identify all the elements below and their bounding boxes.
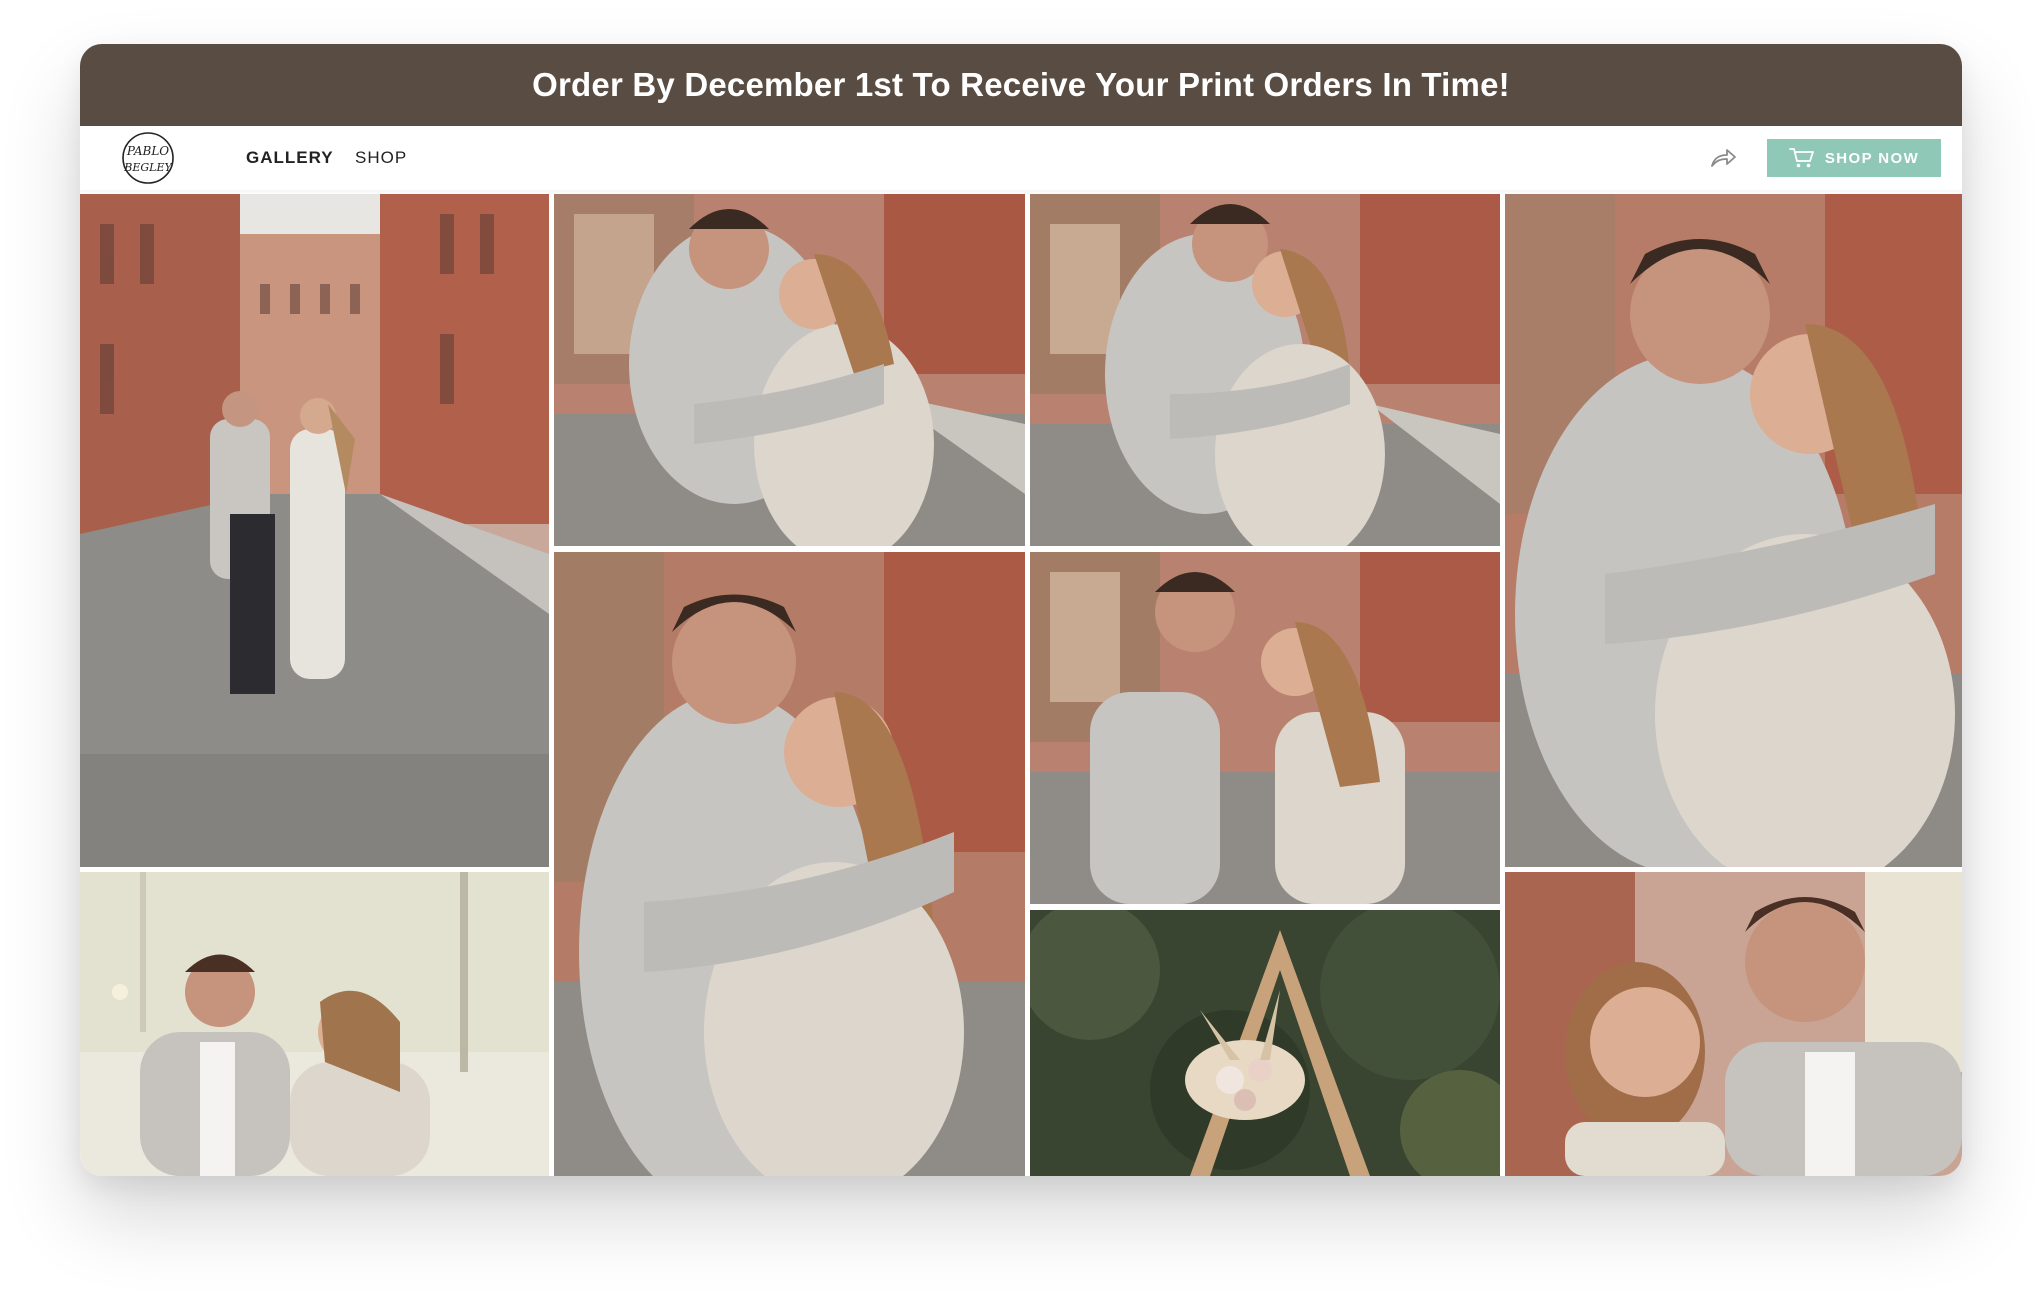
cart-icon (1788, 148, 1814, 168)
promo-banner: Order By December 1st To Receive Your Pr… (80, 44, 1962, 126)
gallery-photo[interactable] (1030, 552, 1500, 904)
gallery-photo[interactable] (1030, 910, 1500, 1176)
share-arrow-icon[interactable] (1706, 142, 1738, 174)
top-navbar: PABLO BEGLEY GALLERY SHOP SHOP NOW (80, 126, 1962, 190)
photo-couple-face-to-face (1030, 552, 1500, 904)
gallery-photo[interactable] (80, 194, 549, 867)
brand-logo[interactable]: PABLO BEGLEY (116, 130, 180, 186)
photo-floral-arch (1030, 910, 1500, 1176)
photo-gallery (80, 194, 1962, 1176)
nav-gallery[interactable]: GALLERY (246, 126, 334, 190)
photo-forehead-kiss (1505, 872, 1962, 1176)
shop-now-button[interactable]: SHOP NOW (1767, 139, 1941, 177)
gallery-photo[interactable] (554, 552, 1025, 1176)
photo-couple-closeup-embrace (1505, 194, 1962, 867)
photo-couple-park (80, 872, 549, 1176)
logo-text-line1: PABLO (126, 144, 169, 158)
photo-couple-walking-street (80, 194, 549, 867)
gallery-photo[interactable] (554, 194, 1025, 546)
gallery-photo[interactable] (1505, 194, 1962, 867)
gallery-photo[interactable] (1505, 872, 1962, 1176)
logo-text-line2: BEGLEY (123, 161, 173, 174)
promo-banner-text: Order By December 1st To Receive Your Pr… (532, 66, 1510, 103)
shop-now-label: SHOP NOW (1824, 149, 1920, 167)
photo-couple-hugging-laughing (554, 552, 1025, 1176)
nav-shop[interactable]: SHOP (355, 126, 407, 190)
gallery-photo[interactable] (1030, 194, 1500, 546)
photo-couple-embracing-smiling (554, 194, 1025, 546)
gallery-photo[interactable] (80, 872, 549, 1176)
gallery-window: Order By December 1st To Receive Your Pr… (80, 44, 1962, 1176)
photo-couple-cheek-to-cheek (1030, 194, 1500, 546)
